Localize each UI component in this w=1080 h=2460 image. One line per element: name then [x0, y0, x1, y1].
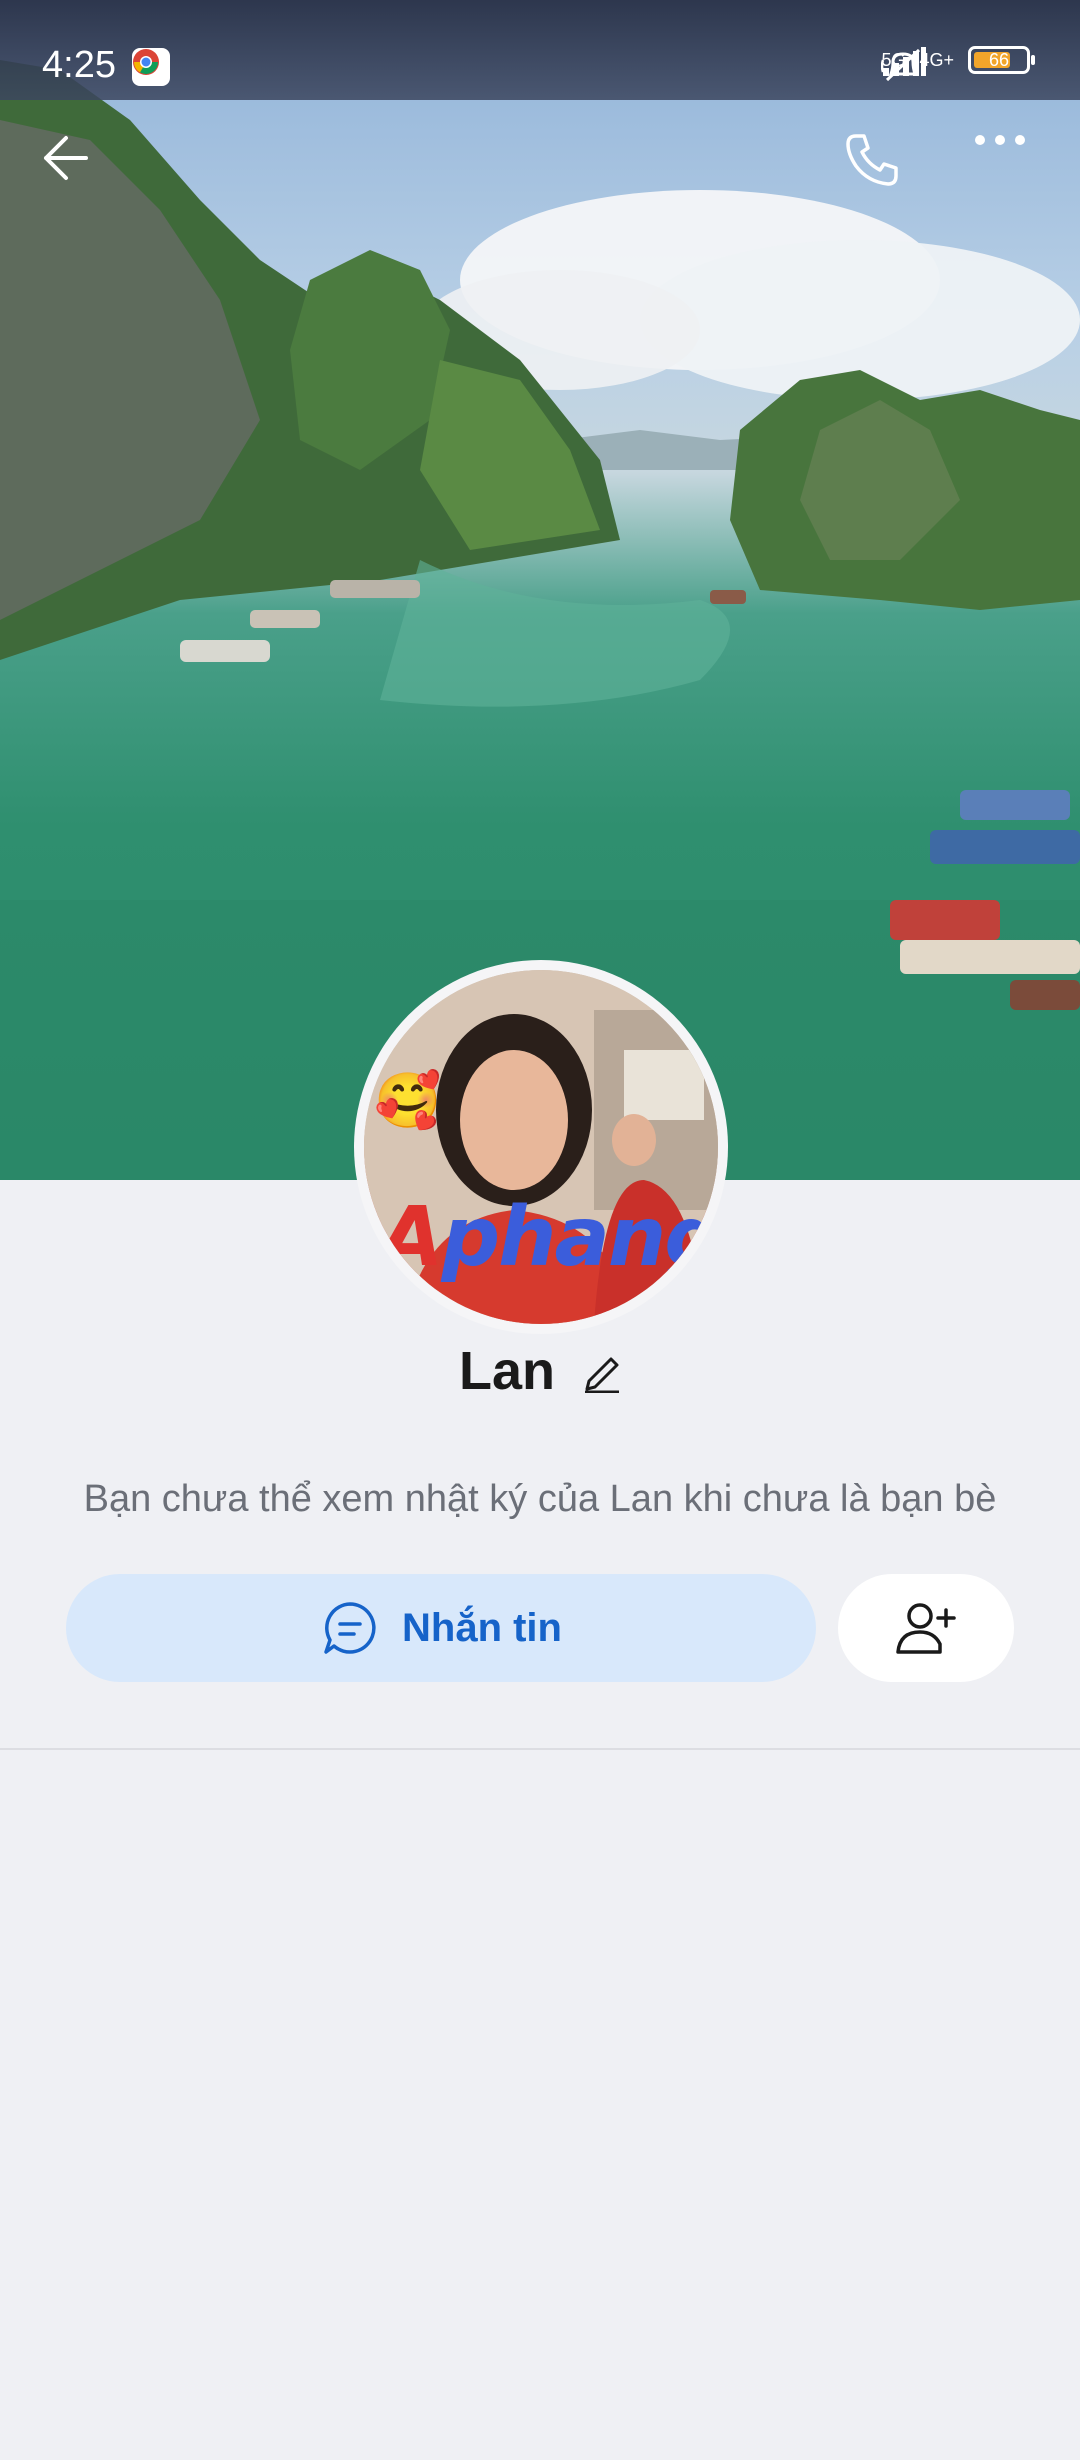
avatar[interactable]: 🥰 Aphang: [364, 970, 718, 1324]
back-arrow-icon: [44, 136, 88, 180]
more-icon: [975, 135, 1025, 145]
add-user-icon: [896, 1603, 956, 1654]
avatar-emoji: 🥰: [374, 1071, 442, 1131]
back-button[interactable]: [36, 130, 116, 210]
profile-name: Lan: [458, 1341, 555, 1401]
system-icons: 5G 4G+ 66: [881, 46, 1035, 82]
avatar-watermark-b: phang: [441, 1190, 718, 1285]
battery-level: 66: [988, 49, 1010, 70]
status-bar: 4:25 5G 4G+ 66: [0, 0, 1080, 100]
avatar-frame[interactable]: 🥰 Aphang: [354, 960, 728, 1334]
message-button[interactable]: Nhắn tin: [66, 1574, 816, 1682]
avatar-watermark: Aphang: [380, 1190, 718, 1285]
call-button[interactable]: [842, 130, 922, 210]
chat-bubble-icon: [324, 1602, 376, 1654]
phone-icon: [846, 134, 898, 186]
add-friend-button[interactable]: [838, 1574, 1014, 1682]
avatar-watermark-a: A: [380, 1190, 443, 1285]
chrome-icon: [132, 48, 170, 86]
edit-pencil-icon[interactable]: [581, 1349, 621, 1393]
signal-icon-2: [883, 47, 927, 76]
status-time: 4:25: [42, 44, 116, 86]
privacy-info-text: Bạn chưa thể xem nhật ký của Lan khi chư…: [83, 1478, 997, 1520]
profile-name-row: Lan: [0, 1340, 1080, 1402]
more-button[interactable]: [972, 130, 1052, 210]
section-divider: [0, 1748, 1080, 1750]
battery-icon: 66: [968, 46, 1035, 74]
message-button-label: Nhắn tin: [402, 1605, 562, 1650]
